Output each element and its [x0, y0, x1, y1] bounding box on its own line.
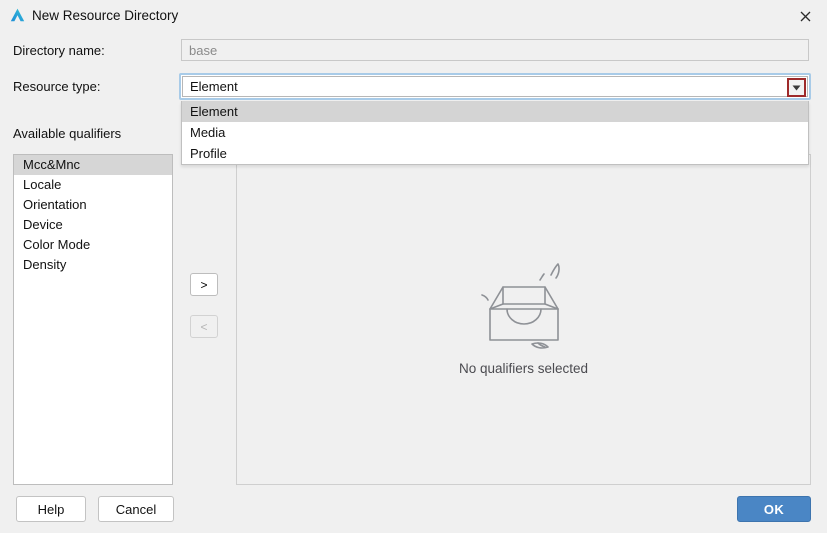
resource-type-dropdown-list[interactable]: Element Media Profile	[181, 101, 809, 165]
resource-type-value: Element	[190, 79, 238, 94]
close-icon[interactable]	[791, 3, 819, 29]
chosen-qualifiers-panel[interactable]: No qualifiers selected	[236, 154, 811, 485]
list-item-mcc-mnc[interactable]: Mcc&Mnc	[14, 155, 172, 175]
dropdown-option-media[interactable]: Media	[182, 122, 808, 143]
remove-qualifier-button[interactable]: <	[190, 315, 218, 338]
list-item-density[interactable]: Density	[14, 255, 172, 275]
title-bar: New Resource Directory	[0, 0, 827, 31]
directory-name-input[interactable]	[181, 39, 809, 61]
resource-type-combobox[interactable]: Element	[179, 73, 811, 100]
dropdown-option-element[interactable]: Element	[182, 101, 808, 122]
ok-button[interactable]: OK	[737, 496, 811, 522]
resource-type-combobox-inner[interactable]: Element	[182, 76, 808, 97]
resource-type-label: Resource type:	[13, 79, 101, 94]
list-item-color-mode[interactable]: Color Mode	[14, 235, 172, 255]
empty-box-icon	[472, 257, 576, 353]
list-item-orientation[interactable]: Orientation	[14, 195, 172, 215]
window-title: New Resource Directory	[32, 8, 179, 23]
list-item-locale[interactable]: Locale	[14, 175, 172, 195]
app-logo-icon	[9, 7, 26, 24]
directory-name-label: Directory name:	[13, 43, 105, 58]
available-qualifiers-label: Available qualifiers	[13, 126, 122, 141]
help-button[interactable]: Help	[16, 496, 86, 522]
cancel-button[interactable]: Cancel	[98, 496, 174, 522]
available-qualifiers-list[interactable]: Mcc&Mnc Locale Orientation Device Color …	[13, 154, 173, 485]
add-qualifier-button[interactable]: >	[190, 273, 218, 296]
dropdown-option-profile[interactable]: Profile	[182, 143, 808, 164]
empty-state-text: No qualifiers selected	[458, 361, 589, 376]
list-item-device[interactable]: Device	[14, 215, 172, 235]
chevron-down-icon[interactable]	[787, 78, 806, 97]
empty-state: No qualifiers selected	[237, 257, 810, 376]
